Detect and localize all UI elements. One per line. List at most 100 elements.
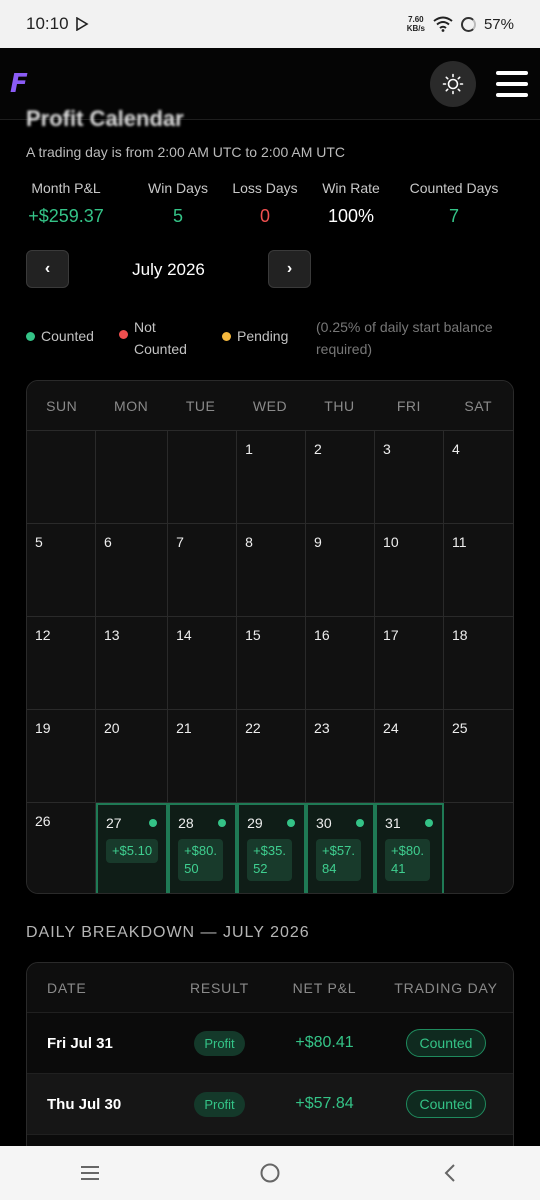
day-number: 26 xyxy=(35,813,51,829)
calendar-day-12[interactable]: 12 xyxy=(27,617,96,710)
calendar-day-15[interactable]: 15 xyxy=(237,617,307,710)
calendar-empty-cell xyxy=(95,431,169,524)
row-date: Thu Jul 30 xyxy=(47,1095,122,1113)
day-number: 5 xyxy=(35,534,43,550)
calendar-day-1[interactable]: 1 xyxy=(237,431,307,524)
calendar-day-6[interactable]: 6 xyxy=(95,524,169,617)
calendar-day-23[interactable]: 23 xyxy=(306,710,376,803)
stat-win-rate: Win Rate 100% xyxy=(322,180,380,226)
wifi-icon xyxy=(433,16,453,32)
calendar-day-18[interactable]: 18 xyxy=(444,617,513,710)
column-header-net-pnl: NET P&L xyxy=(292,979,357,996)
calendar-day-3[interactable]: 3 xyxy=(375,431,445,524)
next-month-button[interactable]: › xyxy=(268,250,311,288)
day-pnl-badge: +$57. 84 xyxy=(316,839,361,881)
day-number: 25 xyxy=(452,720,468,736)
day-number: 10 xyxy=(383,534,399,550)
calendar-day-11[interactable]: 11 xyxy=(444,524,513,617)
calendar-grid: 1 2 3 4 5 6 7 8 9 10 11 12 13 14 15 16 17 18 19 20 21 22 23 24 2… xyxy=(27,431,513,893)
daily-breakdown-table: DATE RESULT NET P&L TRADING DAY Fri Jul … xyxy=(26,962,514,1146)
calendar-weekday-header: SUN MON TUE WED THU FRI SAT xyxy=(27,381,513,431)
table-row[interactable]: Thu Jul 30 Profit +$57.84 Counted xyxy=(27,1074,513,1135)
calendar-day-17[interactable]: 17 xyxy=(375,617,445,710)
day-number: 7 xyxy=(176,534,184,550)
calendar-day-10[interactable]: 10 xyxy=(375,524,445,617)
trading-day-badge: Counted xyxy=(405,1090,487,1118)
prev-month-button[interactable]: ‹ xyxy=(26,250,69,288)
calendar-day-9[interactable]: 9 xyxy=(306,524,376,617)
weekday-sun: SUN xyxy=(46,398,78,414)
month-navigation: ‹ July 2026 › xyxy=(26,250,311,288)
day-number: 16 xyxy=(314,627,330,643)
clock-text: 10:10 xyxy=(26,14,69,33)
day-pnl-badge: +$80. 50 xyxy=(178,839,223,881)
calendar-day-16[interactable]: 16 xyxy=(306,617,376,710)
battery-ring-icon xyxy=(460,16,476,32)
calendar-day-29[interactable]: 29 +$35. 52 xyxy=(237,803,307,893)
battery-text: 57% xyxy=(483,15,514,33)
app-screen: F Profit Calendar A trading day is from … xyxy=(0,48,540,1146)
calendar-day-21[interactable]: 21 xyxy=(168,710,238,803)
stat-month-pnl: Month P&L +$259.37 xyxy=(28,180,104,226)
stat-win-days: Win Days 5 xyxy=(148,180,208,226)
calendar-day-27[interactable]: 27 +$5.10 xyxy=(95,803,169,893)
weekday-sat: SAT xyxy=(464,398,493,414)
day-pnl-badge: +$35. 52 xyxy=(247,839,292,881)
home-button[interactable] xyxy=(240,1162,300,1184)
column-header-result: RESULT xyxy=(190,979,249,996)
day-pnl-badge: +$80. 41 xyxy=(385,839,430,881)
calendar-day-31[interactable]: 31 +$80. 41 xyxy=(375,803,445,893)
recent-apps-button[interactable] xyxy=(60,1164,120,1182)
recent-apps-icon xyxy=(81,1166,99,1180)
back-icon xyxy=(444,1164,455,1182)
day-number: 15 xyxy=(245,627,261,643)
calendar-day-14[interactable]: 14 xyxy=(168,617,238,710)
play-store-icon xyxy=(75,17,89,31)
red-dot-icon xyxy=(119,330,128,339)
calendar-day-19[interactable]: 19 xyxy=(27,710,96,803)
hamburger-menu-icon[interactable] xyxy=(496,70,528,97)
profit-calendar: SUN MON TUE WED THU FRI SAT 1 2 3 4 5 6 7 8 9 10 11 12 13 1… xyxy=(26,380,514,894)
system-navigation-bar xyxy=(0,1146,540,1200)
calendar-day-7[interactable]: 7 xyxy=(168,524,238,617)
day-number: 21 xyxy=(176,720,192,736)
day-number: 4 xyxy=(452,441,460,457)
calendar-day-13[interactable]: 13 xyxy=(95,617,169,710)
day-number: 11 xyxy=(452,534,467,550)
calendar-day-26[interactable]: 26 xyxy=(27,803,96,893)
status-bar: 10:10 7.60 KB/s 57% xyxy=(0,0,540,48)
sun-icon xyxy=(442,73,464,94)
legend-note: (0.25% of daily start balance required) xyxy=(316,319,493,357)
weekday-mon: MON xyxy=(114,398,149,414)
table-row[interactable]: Fri Jul 31 Profit +$80.41 Counted xyxy=(27,1013,513,1074)
back-button[interactable] xyxy=(420,1163,480,1183)
calendar-day-30[interactable]: 30 +$57. 84 xyxy=(306,803,376,893)
calendar-day-8[interactable]: 8 xyxy=(237,524,307,617)
day-number: 18 xyxy=(452,627,468,643)
calendar-day-4[interactable]: 4 xyxy=(444,431,513,524)
day-number: 19 xyxy=(35,720,51,736)
calendar-day-24[interactable]: 24 xyxy=(375,710,445,803)
calendar-day-22[interactable]: 22 xyxy=(237,710,307,803)
day-number: 17 xyxy=(383,627,399,643)
column-header-date: DATE xyxy=(47,979,87,996)
calendar-day-20[interactable]: 20 xyxy=(95,710,169,803)
theme-toggle-button[interactable] xyxy=(430,60,476,107)
day-number: 3 xyxy=(383,441,391,457)
calendar-day-2[interactable]: 2 xyxy=(306,431,376,524)
day-number: 8 xyxy=(245,534,253,550)
app-logo[interactable]: F xyxy=(10,69,28,99)
calendar-day-25[interactable]: 25 xyxy=(444,710,513,803)
calendar-day-5[interactable]: 5 xyxy=(27,524,96,617)
green-dot-icon xyxy=(26,331,35,341)
calendar-day-28[interactable]: 28 +$80. 50 xyxy=(168,803,238,893)
net-speed: 7.60 KB/s xyxy=(406,15,425,33)
day-number: 14 xyxy=(176,627,192,643)
day-number: 13 xyxy=(103,627,120,643)
page-subtitle: A trading day is from 2:00 AM UTC to 2:0… xyxy=(26,144,346,160)
stat-loss-days: Loss Days 0 xyxy=(232,180,298,226)
counted-dot-icon xyxy=(356,819,365,827)
day-number: 9 xyxy=(314,534,322,550)
day-number: 20 xyxy=(103,720,120,736)
day-number: 12 xyxy=(35,627,51,643)
